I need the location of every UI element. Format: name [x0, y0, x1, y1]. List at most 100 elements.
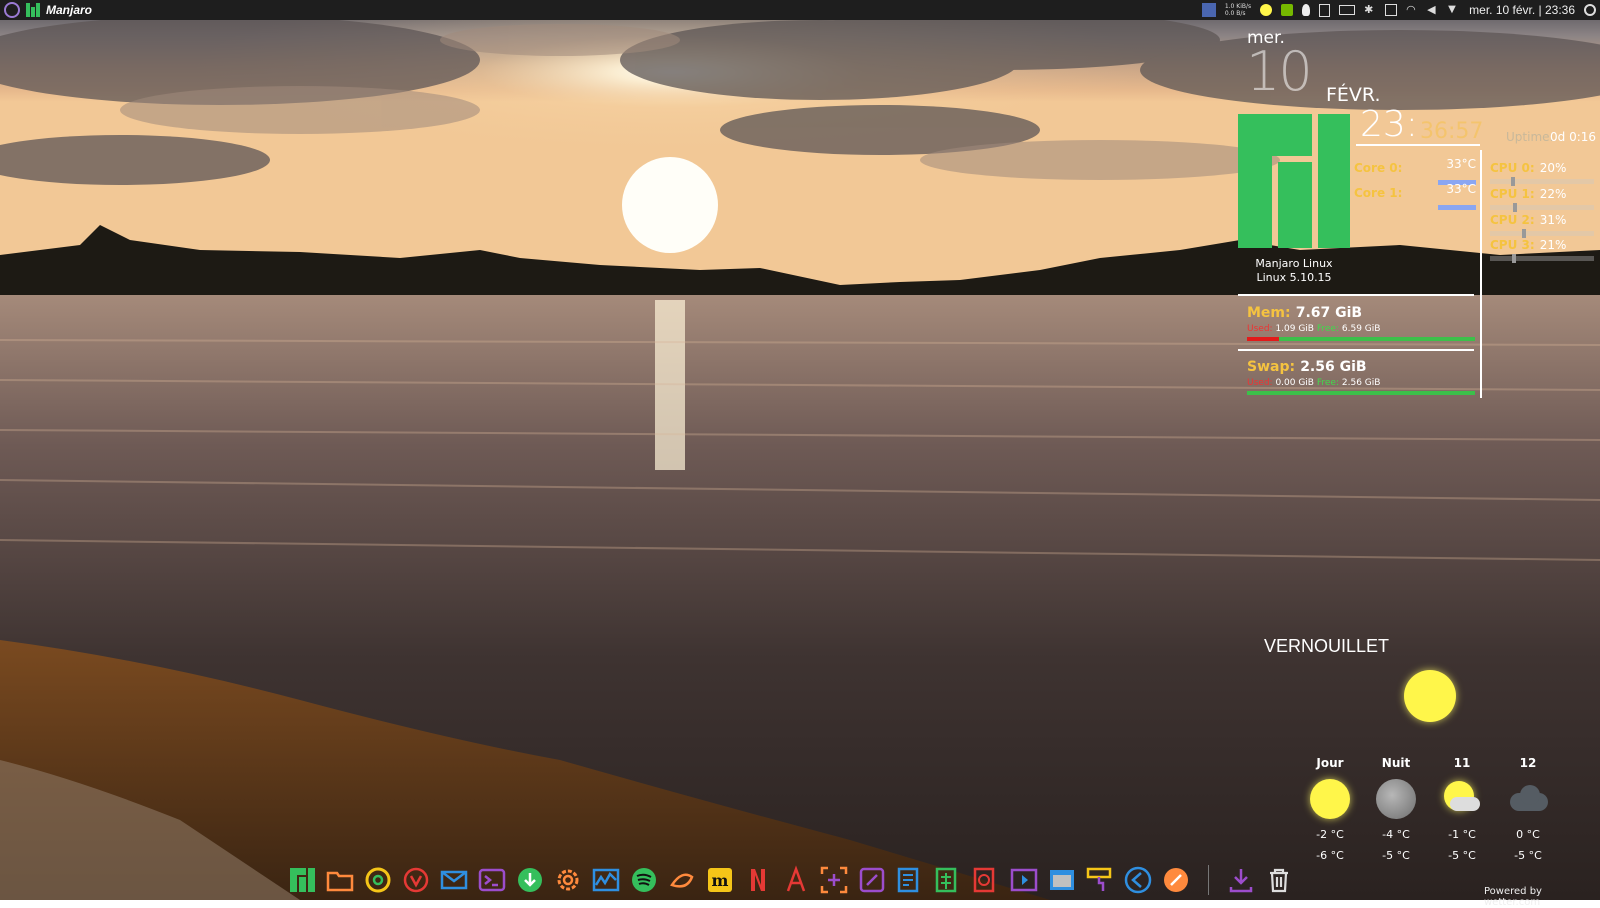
mem-used-label: Used: [1247, 324, 1273, 334]
office-calc-icon[interactable] [932, 864, 964, 896]
mem-free-value: 6.59 GiB [1341, 324, 1381, 334]
chrome-icon[interactable] [362, 864, 394, 896]
core-0-label: Core 0: [1354, 161, 1403, 175]
mem-total: 7.67 GiB [1295, 305, 1363, 321]
vscode-icon[interactable] [1122, 864, 1154, 896]
netflix-icon[interactable] [742, 864, 774, 896]
system-settings-icon[interactable] [552, 864, 584, 896]
forecast-day-3: 12 0 °C -5 °C [1503, 756, 1553, 862]
top-panel: Manjaro 1.0 KiB/s 0.0 B/s ✱ ◠ ◀ ▼ mer. 1… [0, 0, 1600, 20]
swap-section: Swap: 2.56 GiB Used: 0.00 GiB Free: 2.56… [1247, 356, 1475, 395]
workspace-icon[interactable] [1201, 3, 1216, 17]
conky-month: FÉVR. [1326, 84, 1381, 106]
clipboard-icon[interactable] [1319, 3, 1331, 17]
forecast-day-2: 11 -1 °C -5 °C [1437, 756, 1487, 862]
downloader-icon[interactable] [514, 864, 546, 896]
swap-used-label: Used: [1247, 378, 1273, 388]
window-manager-icon[interactable] [1046, 864, 1078, 896]
chevron-down-icon[interactable]: ▼ [1448, 4, 1460, 16]
cpu-0-pct: 20% [1539, 161, 1567, 175]
cpu-2-row: CPU 2: 31% [1490, 209, 1594, 238]
weather-sun-icon[interactable] [1260, 4, 1273, 16]
file-manager-icon[interactable] [324, 864, 356, 896]
divider-vertical [1480, 150, 1482, 398]
net-down-value: 0.0 B/s [1224, 10, 1246, 17]
core-1-row: Core 1: 33°C [1354, 182, 1476, 210]
search-icon[interactable] [1584, 4, 1596, 16]
downloads-folder-icon[interactable] [1225, 864, 1257, 896]
kdenlive-icon[interactable] [1008, 864, 1040, 896]
nvidia-icon[interactable] [1281, 4, 1294, 16]
swap-free-label: Free: [1316, 378, 1340, 388]
system-monitor-icon[interactable] [590, 864, 622, 896]
spotify-icon[interactable] [628, 864, 660, 896]
core-1-temp: 33°C [1446, 182, 1476, 196]
system-tray: 1.0 KiB/s 0.0 B/s ✱ ◠ ◀ ▼ mer. 10 févr. … [1201, 3, 1600, 17]
forecast-label: Jour [1316, 756, 1344, 770]
cpu-2-pct: 31% [1539, 213, 1567, 227]
cpu-1-pct: 22% [1539, 187, 1567, 201]
conky-time-hours: 23: [1360, 104, 1418, 145]
wifi-icon[interactable]: ◠ [1406, 4, 1418, 16]
trash-icon[interactable] [1263, 864, 1295, 896]
cpu-0-row: CPU 0: 20% [1490, 157, 1594, 186]
swap-total: 2.56 GiB [1300, 359, 1367, 375]
svg-text:m: m [712, 871, 729, 890]
forecast-low: -5 °C [1382, 849, 1410, 862]
dock-separator [1208, 865, 1209, 895]
paint-icon[interactable] [1084, 864, 1116, 896]
weather-city: VERNOUILLET [1264, 636, 1390, 656]
active-app-title[interactable]: Manjaro [46, 3, 92, 17]
manjaro-logo [1238, 114, 1350, 248]
core-1-label: Core 1: [1354, 186, 1403, 200]
network-speed-indicator[interactable]: 1.0 KiB/s 0.0 B/s [1225, 3, 1251, 17]
sun-icon [1310, 779, 1350, 819]
divider [1356, 144, 1480, 146]
manjaro-icon [26, 3, 40, 17]
core-0-row: Core 0: 33°C [1354, 157, 1476, 185]
compass-icon[interactable] [1160, 864, 1192, 896]
mem-used-value: 1.09 GiB [1275, 324, 1314, 334]
cloud-icon [1508, 779, 1548, 819]
kernel-version: Linux 5.10.15 [1256, 271, 1332, 284]
core-1-bar [1438, 205, 1476, 210]
swap-label: Swap: [1247, 359, 1296, 375]
mem-free-label: Free: [1316, 324, 1340, 334]
memory-section: Mem: 7.67 GiB Used: 1.09 GiB Free: 6.59 … [1247, 302, 1475, 341]
conky-distro-info: Manjaro Linux Linux 5.10.15 [1238, 257, 1350, 285]
manjaro-m-icon[interactable]: m [704, 864, 736, 896]
battery-icon[interactable] [1339, 5, 1356, 15]
forecast-high: -4 °C [1382, 828, 1410, 841]
weather-credit[interactable]: Powered by wetter.com [1484, 886, 1600, 908]
forecast-label: 11 [1453, 756, 1471, 770]
download-icon[interactable] [1385, 4, 1398, 16]
menu-icon[interactable] [4, 2, 20, 18]
volume-icon[interactable]: ◀ [1427, 4, 1439, 16]
mem-usage-bar [1247, 337, 1475, 341]
divider [1238, 294, 1474, 296]
terminal-icon[interactable] [476, 864, 508, 896]
manjaro-settings-icon[interactable] [286, 864, 318, 896]
bluetooth-icon[interactable]: ✱ [1364, 4, 1376, 16]
vivaldi-icon[interactable] [400, 864, 432, 896]
forecast-high: 0 °C [1516, 828, 1540, 841]
text-editor-icon[interactable] [780, 864, 812, 896]
forecast-low: -5 °C [1514, 849, 1542, 862]
swap-used-value: 0.00 GiB [1275, 378, 1314, 388]
bulb-icon[interactable] [1302, 4, 1311, 16]
office-impress-icon[interactable] [970, 864, 1002, 896]
forecast-low: -5 °C [1448, 849, 1476, 862]
conky-time-minutes-seconds: 36:57 [1420, 119, 1484, 144]
office-writer-icon[interactable] [894, 864, 926, 896]
conky-uptime-label: Uptime: [1506, 130, 1554, 144]
screenshot-icon[interactable] [818, 864, 850, 896]
dock: m [286, 860, 1316, 900]
notes-icon[interactable] [856, 864, 888, 896]
conky-uptime-value: 0d 0:16 [1550, 130, 1597, 144]
net-up-value: 1.0 KiB/s [1224, 3, 1252, 10]
mail-icon[interactable] [438, 864, 470, 896]
distro-name: Manjaro Linux [1255, 257, 1333, 270]
pamac-icon[interactable] [666, 864, 698, 896]
panel-clock[interactable]: mer. 10 févr. | 23:36 [1469, 3, 1575, 17]
cpu-3-row: CPU 3: 21% [1490, 234, 1594, 263]
